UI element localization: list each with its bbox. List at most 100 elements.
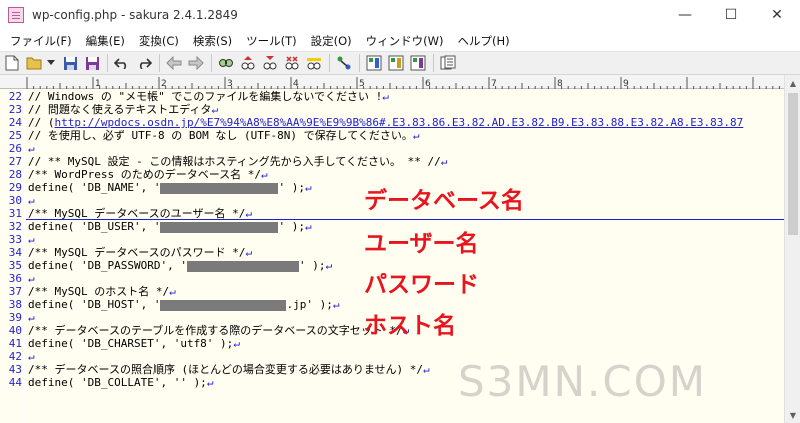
toolbar (0, 51, 800, 75)
window-controls: — ☐ ✕ (662, 0, 800, 30)
save-all-icon[interactable] (83, 54, 101, 72)
close-button[interactable]: ✕ (754, 0, 800, 30)
line-text-segment: // を使用し、必ず UTF-8 の BOM なし (UTF-8N) で保存して… (28, 129, 413, 142)
toolbar-separator (211, 54, 212, 72)
redo-icon[interactable] (135, 54, 153, 72)
line-number: 27 (8, 155, 22, 168)
code-line[interactable]: 23 // 問題なく使えるテキストエディタ↵ (0, 103, 784, 116)
line-text: define( 'DB_CHARSET', 'utf8' );↵ (28, 337, 240, 350)
window-list-icon[interactable] (439, 54, 457, 72)
newline-marker: ↵ (28, 233, 35, 246)
line-text-segment: define( 'DB_USER', ' (28, 220, 161, 233)
new-file-icon[interactable] (3, 54, 21, 72)
newline-marker: ↵ (440, 155, 448, 168)
undo-icon[interactable] (113, 54, 131, 72)
newline-marker: ↵ (325, 259, 333, 272)
newline-marker: ↵ (28, 311, 35, 324)
line-text-segment: define( 'DB_HOST', ' (28, 298, 161, 311)
menu-edit[interactable]: 編集(E) (80, 33, 131, 49)
url-link[interactable]: http://wpdocs.osdn.jp/%E7%94%A8%E8%AA%9E… (55, 116, 744, 129)
annotation-db-name: データベース名 (364, 188, 524, 214)
jump-back-icon[interactable] (165, 54, 183, 72)
line-number: 22 (8, 90, 22, 103)
menu-search[interactable]: 検索(S) (187, 33, 238, 49)
code-line[interactable]: 25 // を使用し、必ず UTF-8 の BOM なし (UTF-8N) で保存… (0, 129, 784, 142)
font-settings-icon[interactable] (409, 54, 427, 72)
line-number: 32 (8, 220, 22, 233)
jump-forward-icon[interactable] (187, 54, 205, 72)
line-number: 23 (8, 103, 22, 116)
code-line[interactable]: 26 ↵ (0, 142, 784, 155)
menu-help[interactable]: ヘルプ(H) (452, 33, 516, 49)
newline-marker: ↵ (304, 181, 312, 194)
replace-icon[interactable] (283, 54, 301, 72)
line-text: define( 'DB_COLLATE', '' );↵ (28, 376, 213, 389)
line-text-segment: /** WordPress のためのデータベース名 */ (28, 168, 262, 181)
redacted-value (160, 221, 279, 233)
line-number: 26 (8, 142, 22, 155)
line-number: 28 (8, 168, 22, 181)
menu-tools[interactable]: ツール(T) (240, 33, 303, 49)
minimize-button[interactable]: — (662, 0, 708, 30)
line-text: define( 'DB_HOST', ' .jp' );↵ (28, 298, 339, 311)
newline-marker: ↵ (28, 194, 35, 207)
newline-marker: ↵ (261, 168, 268, 181)
scroll-down-icon[interactable]: ▼ (785, 407, 800, 423)
sakura-app-icon[interactable] (8, 7, 24, 23)
newline-marker: ↵ (28, 142, 35, 155)
line-number: 30 (8, 194, 22, 207)
line-text: // (http://wpdocs.osdn.jp/%E7%94%A8%E8%A… (28, 116, 743, 129)
line-number: 35 (8, 259, 22, 272)
grep-icon[interactable] (335, 54, 353, 72)
line-text: // Windows の "メモ帳" でこのファイルを編集しないでください !↵ (28, 90, 389, 103)
code-line[interactable]: 27 // ** MySQL 設定 - この情報はホスティング先から入手してくださ… (0, 155, 784, 168)
line-number: 29 (8, 181, 22, 194)
caret-line-underline (26, 219, 784, 220)
line-text: define( 'DB_USER', ' ' );↵ (28, 220, 312, 233)
find-next-icon[interactable] (261, 54, 279, 72)
outline-icon[interactable] (365, 54, 383, 72)
toolbar-separator (329, 54, 330, 72)
line-number: 44 (8, 376, 22, 389)
scroll-thumb[interactable] (788, 93, 798, 235)
code-line[interactable]: 22 // Windows の "メモ帳" でこのファイルを編集しないでください … (0, 90, 784, 103)
save-icon[interactable] (61, 54, 79, 72)
newline-marker: ↵ (169, 285, 176, 298)
line-text-segment: /** データベースのテーブルを作成する際のデータベースの文字セット */ (28, 324, 403, 337)
line-text-segment: define( 'DB_PASSWORD', ' (28, 259, 187, 272)
menu-file[interactable]: ファイル(F) (4, 33, 78, 49)
maximize-button[interactable]: ☐ (708, 0, 754, 30)
line-text: /** MySQL データベースのパスワード */↵ (28, 246, 252, 259)
find-prev-icon[interactable] (239, 54, 257, 72)
line-text: /** MySQL のホスト名 */↵ (28, 285, 176, 298)
search-icon[interactable] (217, 54, 235, 72)
menu-settings[interactable]: 設定(O) (305, 33, 358, 49)
menu-window[interactable]: ウィンドウ(W) (360, 33, 450, 49)
line-number: 43 (8, 363, 22, 376)
mark-icon[interactable] (305, 54, 323, 72)
line-number: 31 (8, 207, 22, 220)
newline-marker: ↵ (245, 246, 253, 259)
dropdown-arrow-icon[interactable] (47, 54, 55, 72)
line-number: 40 (8, 324, 22, 337)
newline-marker: ↵ (332, 298, 340, 311)
code-line[interactable]: 24 // (http://wpdocs.osdn.jp/%E7%94%A8%E8… (0, 116, 784, 129)
menu-convert[interactable]: 変換(C) (133, 33, 185, 49)
open-file-icon[interactable] (25, 54, 43, 72)
vertical-scrollbar[interactable]: ▲ ▼ (784, 75, 800, 423)
line-text: /** データベースのテーブルを作成する際のデータベースの文字セット */↵ (28, 324, 409, 337)
line-text-segment: /** データベースの照合順序 (ほとんどの場合変更する必要はありません) */ (28, 363, 424, 376)
redacted-value (160, 299, 287, 311)
newline-marker: ↵ (304, 220, 312, 233)
line-text-segment: define( 'DB_COLLATE', '' ); (28, 376, 207, 389)
scroll-up-icon[interactable]: ▲ (785, 75, 800, 91)
toolbar-separator (359, 54, 360, 72)
code-line[interactable]: 28 /** WordPress のためのデータベース名 */↵ (0, 168, 784, 181)
line-text-segment: // 問題なく使えるテキストエディタ (28, 103, 212, 116)
newline-marker: ↵ (382, 90, 389, 103)
settings-icon[interactable] (387, 54, 405, 72)
line-number: 34 (8, 246, 22, 259)
newline-marker: ↵ (233, 337, 240, 350)
line-text: // ** MySQL 設定 - この情報はホスティング先から入手してください。… (28, 155, 447, 168)
line-text-segment: /** MySQL データベースのパスワード */ (28, 246, 246, 259)
